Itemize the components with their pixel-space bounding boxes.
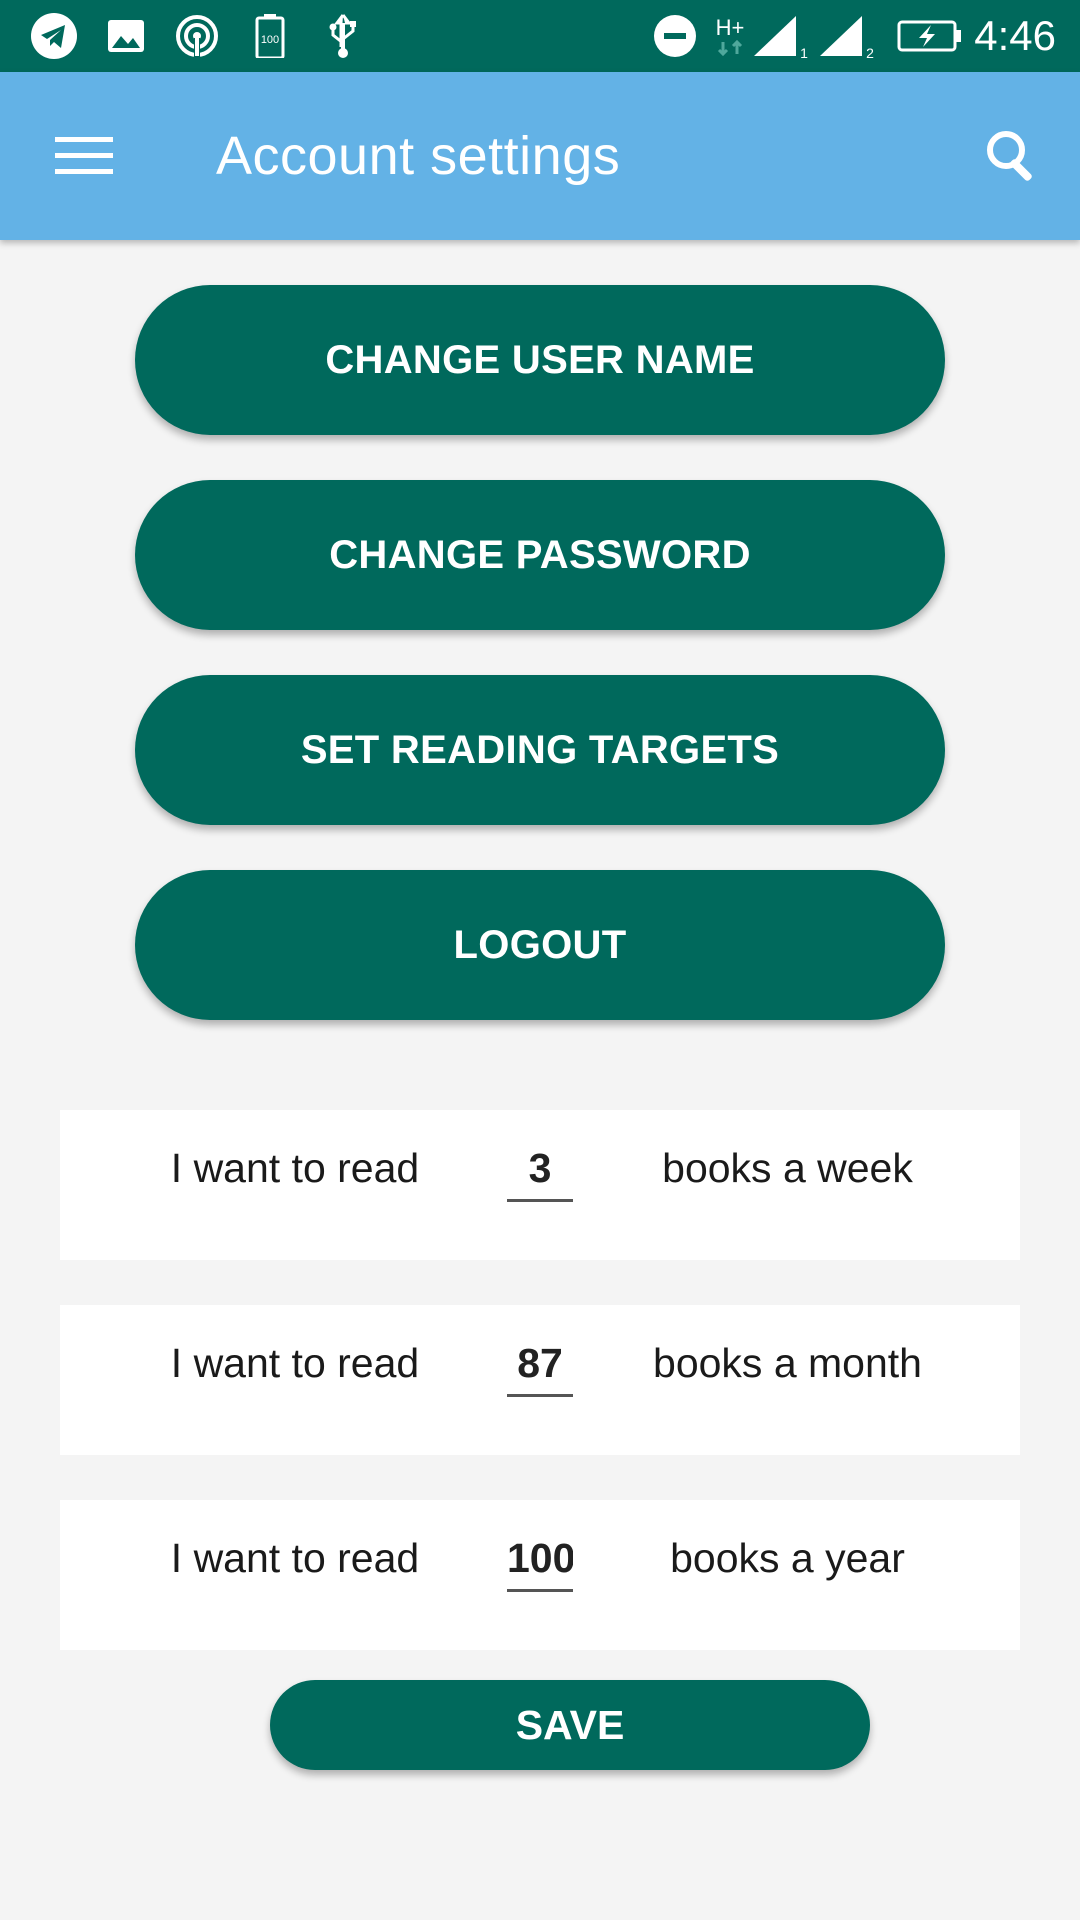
monthly-target-prefix: I want to read: [170, 1340, 420, 1386]
change-user-name-button[interactable]: CHANGE USER NAME: [135, 285, 945, 435]
signal-sim1-icon: 1: [752, 14, 808, 58]
hplus-data-icon: H+: [712, 14, 748, 58]
sim1-label: 1: [800, 45, 808, 58]
weekly-target-prefix: I want to read: [170, 1145, 420, 1191]
signal-sim2-icon: 2: [818, 14, 874, 58]
image-icon: [104, 14, 148, 58]
weekly-target-input[interactable]: [507, 1138, 573, 1202]
yearly-target-row: I want to read books a year: [60, 1500, 1020, 1650]
hamburger-menu-icon[interactable]: [40, 118, 128, 194]
battery-level-label: 100: [261, 34, 279, 46]
battery-100-icon: 100: [254, 14, 286, 58]
hotspot-icon: [174, 14, 220, 58]
set-reading-targets-button[interactable]: SET READING TARGETS: [135, 675, 945, 825]
telegram-icon: [28, 13, 80, 59]
monthly-target-suffix: books a month: [653, 1340, 922, 1386]
yearly-target-prefix: I want to read: [170, 1535, 420, 1581]
save-button[interactable]: SAVE: [270, 1680, 870, 1770]
status-bar: 100 H+ 1 2 4:46: [0, 0, 1080, 72]
yearly-target-input[interactable]: [507, 1528, 573, 1592]
page-title: Account settings: [216, 126, 621, 186]
change-password-button[interactable]: CHANGE PASSWORD: [135, 480, 945, 630]
sim2-label: 2: [866, 45, 874, 58]
logout-button[interactable]: LOGOUT: [135, 870, 945, 1020]
usb-icon: [324, 14, 362, 58]
weekly-target-row: I want to read books a week: [60, 1110, 1020, 1260]
yearly-target-suffix: books a year: [670, 1535, 905, 1581]
monthly-target-row: I want to read books a month: [60, 1305, 1020, 1455]
network-type-label: H+: [715, 15, 745, 40]
monthly-target-input[interactable]: [507, 1333, 573, 1397]
status-time: 4:46: [974, 12, 1056, 59]
battery-charging-icon: [896, 14, 964, 58]
do-not-disturb-icon: [652, 14, 698, 58]
search-icon[interactable]: [972, 116, 1052, 196]
app-bar: Account settings: [0, 72, 1080, 240]
weekly-target-suffix: books a week: [662, 1145, 913, 1191]
